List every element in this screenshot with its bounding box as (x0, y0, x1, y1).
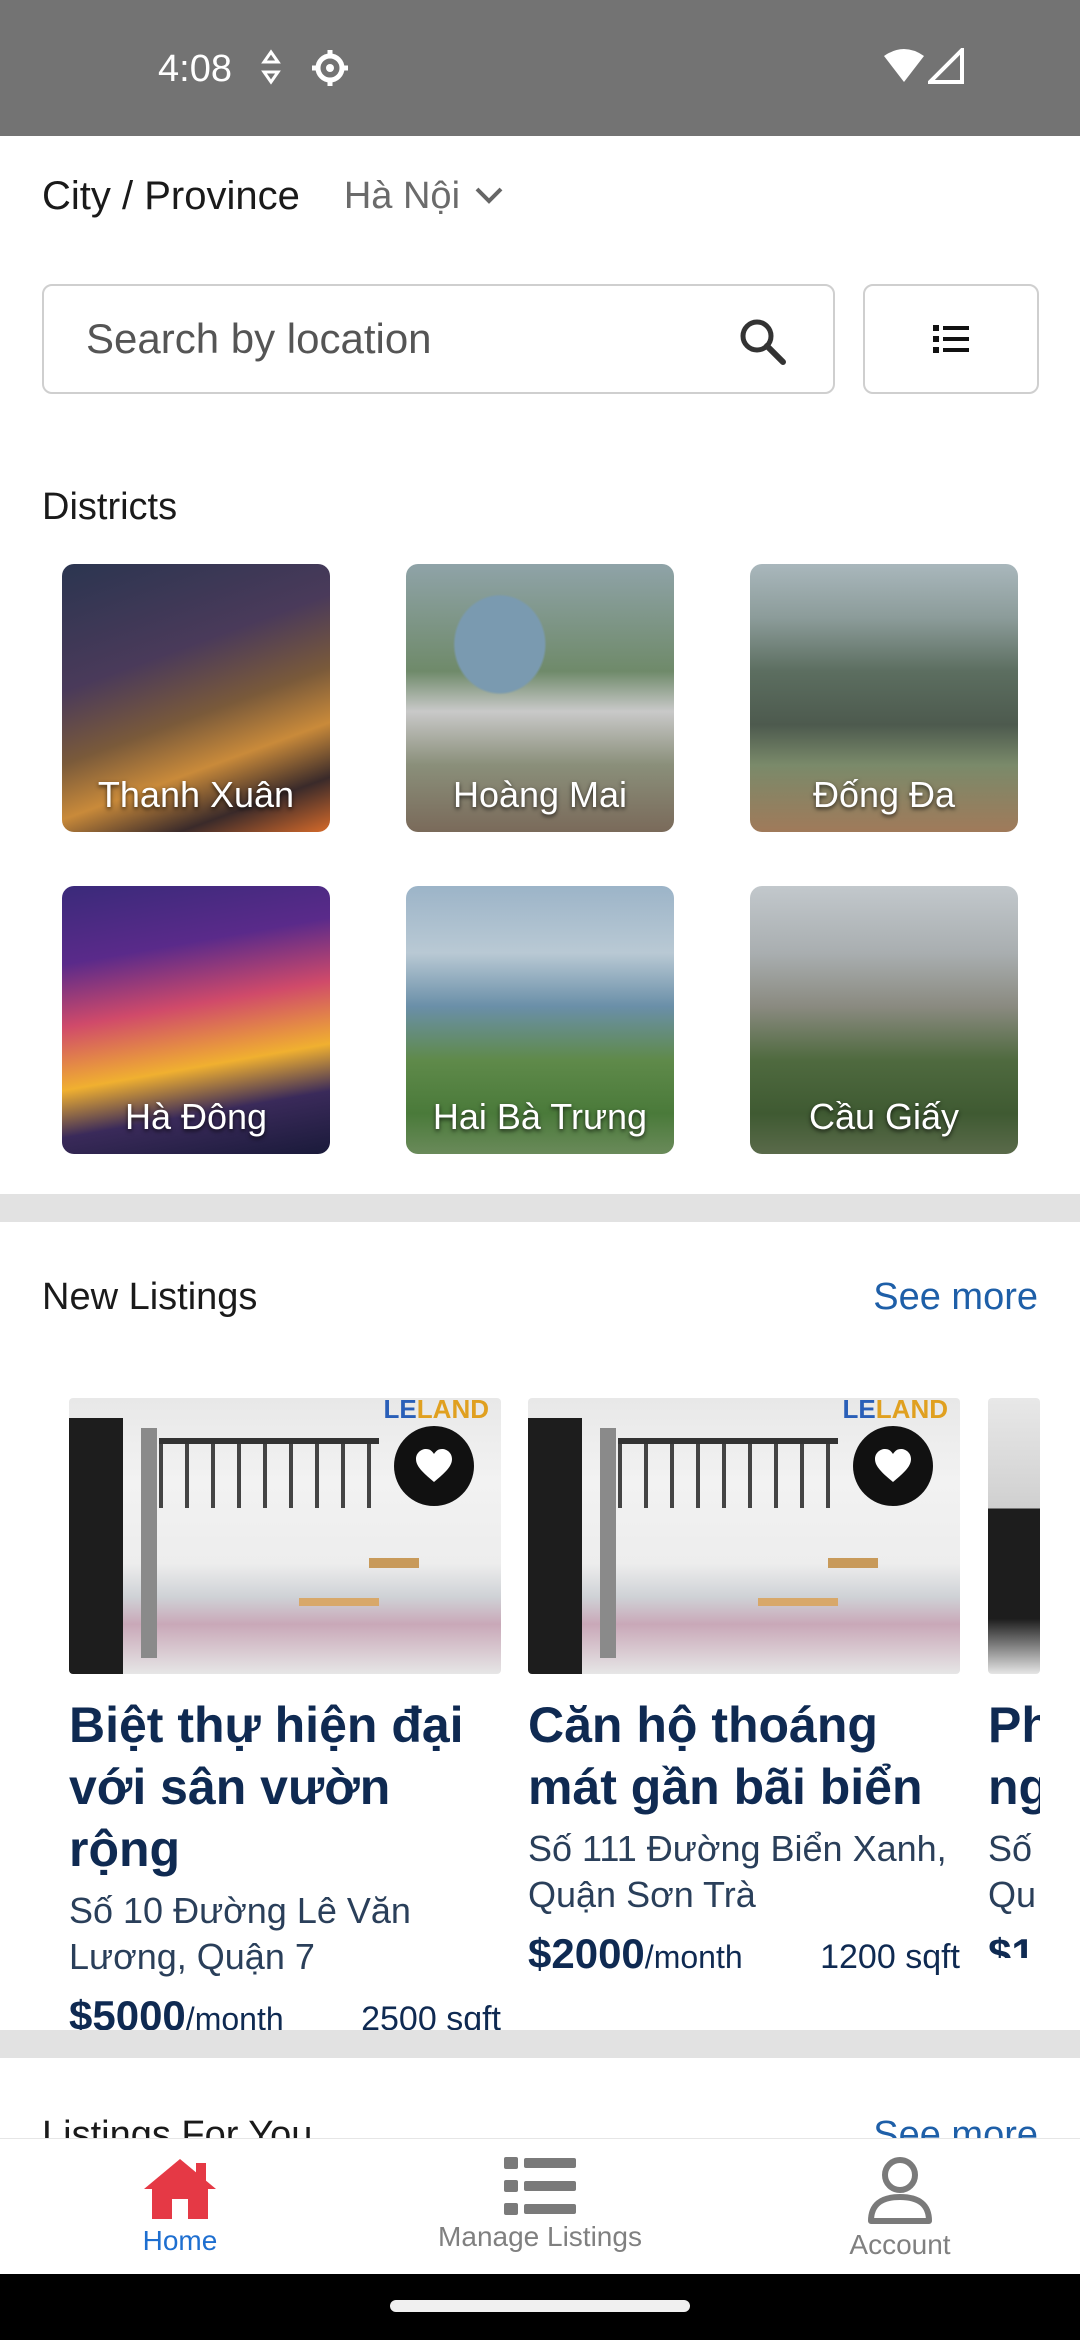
search-input[interactable] (86, 315, 706, 363)
district-card-hoang-mai[interactable]: Hoàng Mai (406, 564, 674, 832)
districts-title: Districts (42, 486, 178, 528)
listing-title: Căn hộ thoáng mát gần bãi biển (528, 1697, 923, 1815)
section-divider (0, 1194, 1080, 1222)
heart-icon (875, 1449, 911, 1482)
new-listings-see-more-link[interactable]: See more (873, 1276, 1038, 1319)
city-province-label: City / Province (42, 173, 300, 218)
listing-title: Biệt thự hiện đại với sân vườn rộng (69, 1697, 464, 1877)
brand-logo: LELAND (383, 1398, 489, 1424)
settings-gear-icon (312, 50, 348, 86)
list-icon (933, 325, 969, 353)
district-card-dong-da[interactable]: Đống Đa (750, 564, 1018, 832)
district-name: Hà Đông (124, 1096, 268, 1137)
wifi-icon (884, 49, 924, 82)
section-divider (0, 2030, 1080, 2058)
district-name: Cầu Giấy (808, 1096, 960, 1137)
listing-address: Số 111 Đường Biển Xanh, Quận Sơn Trà (528, 1828, 947, 1915)
district-card-thanh-xuan[interactable]: Thanh Xuân (62, 564, 330, 832)
nav-label: Manage Listings (438, 2221, 642, 2252)
listing-title-line2: ng (988, 1759, 1040, 1815)
home-icon (144, 2159, 216, 2219)
listing-address-line1: Số (988, 1828, 1033, 1869)
nav-item-manage-listings[interactable]: Manage Listings (360, 2139, 720, 2274)
listing-image: LELAND (69, 1398, 501, 1674)
listing-meta: $2000/month 1200 sqft (528, 1930, 960, 1978)
nav-label: Home (142, 2225, 218, 2256)
status-time: 4:08 (158, 48, 232, 90)
list-icon (504, 2157, 576, 2215)
district-name: Hoàng Mai (452, 774, 628, 815)
district-name: Đống Đa (812, 774, 956, 815)
listing-card[interactable]: LELAND Căn hộ thoáng mát gần bãi biển Số… (528, 1398, 960, 1978)
listing-price: $1 (988, 1930, 1035, 1958)
system-gesture-bar (0, 2274, 1080, 2340)
city-selector-row: City / Province Hà Nội (42, 168, 504, 224)
listing-image: LELAND (528, 1398, 960, 1674)
account-icon (868, 2157, 932, 2224)
listing-card-partial[interactable]: Ph ng Số Qu $1 (988, 1398, 1040, 1958)
search-icon[interactable] (737, 316, 787, 366)
district-card-hai-ba-trung[interactable]: Hai Bà Trưng (406, 886, 674, 1154)
home-gesture-handle[interactable] (390, 2300, 690, 2312)
listing-title-line1: Ph (988, 1697, 1040, 1753)
heart-icon (416, 1449, 452, 1482)
favorite-button[interactable] (853, 1426, 933, 1506)
district-card-cau-giay[interactable]: Cầu Giấy (750, 886, 1018, 1154)
district-card-ha-dong[interactable]: Hà Đông (62, 886, 330, 1154)
favorite-button[interactable] (394, 1426, 474, 1506)
new-listings-title: New Listings (42, 1276, 258, 1318)
cellular-signal-icon (928, 48, 964, 84)
data-saver-icon (261, 49, 281, 85)
listing-address-line2: Qu (988, 1874, 1037, 1915)
city-dropdown[interactable]: Hà Nội (344, 175, 504, 218)
listing-card[interactable]: LELAND Biệt thự hiện đại với sân vườn rộ… (69, 1398, 501, 2040)
nav-item-home[interactable]: Home (0, 2139, 360, 2274)
listing-address: Số 10 Đường Lê Văn Lương, Quận 7 (69, 1890, 411, 1977)
bottom-navigation: Home Manage Listings Account (0, 2138, 1080, 2274)
listing-price: $2000 (528, 1930, 645, 1977)
listing-price-unit: /month (644, 1939, 743, 1975)
city-dropdown-value: Hà Nội (343, 174, 461, 217)
district-name: Hai Bà Trưng (432, 1096, 648, 1137)
search-box (42, 284, 835, 394)
listing-area: 1200 sqft (820, 1938, 960, 1976)
status-bar: 4:08 (0, 0, 1080, 136)
listing-image (988, 1398, 1040, 1674)
nav-label: Account (849, 2229, 951, 2260)
nav-item-account[interactable]: Account (720, 2139, 1080, 2274)
chevron-down-icon (475, 187, 503, 204)
brand-logo: LELAND (842, 1398, 948, 1424)
list-view-button[interactable] (863, 284, 1039, 394)
district-name: Thanh Xuân (97, 774, 295, 815)
